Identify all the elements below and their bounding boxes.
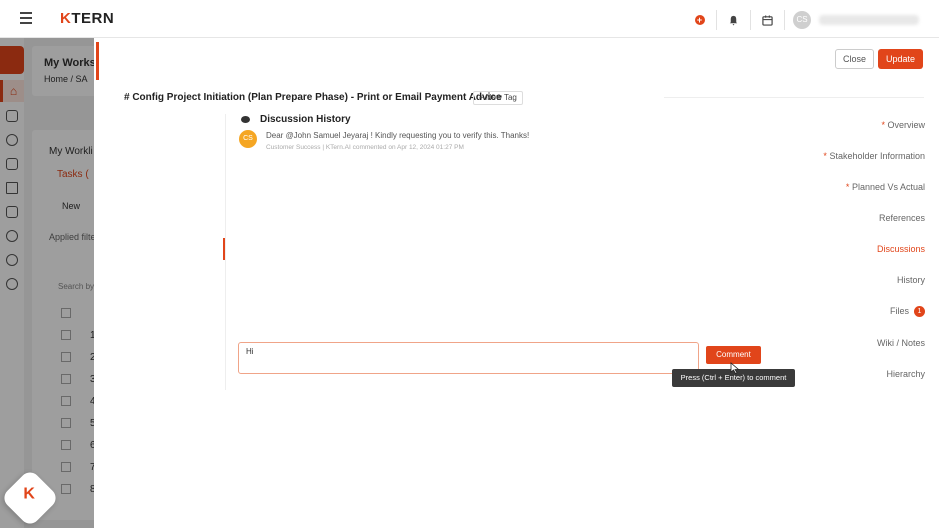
nav-divider — [225, 114, 226, 390]
task-detail-panel: Close Update # Config Project Initiation… — [94, 38, 939, 528]
top-bar: KTERN + CS — [0, 0, 939, 38]
user-avatar[interactable]: CS — [793, 11, 811, 29]
bell-icon[interactable] — [717, 10, 751, 30]
comment-text: Dear @John Samuel Jeyaraj ! Kindly reque… — [266, 131, 530, 140]
discussion-history-title: Discussion History — [260, 114, 351, 125]
ktern-k-icon: K — [23, 485, 35, 503]
nav-hierarchy[interactable]: Hierarchy — [886, 369, 925, 379]
user-name-blurred[interactable] — [819, 15, 919, 25]
nav-wiki-notes[interactable]: Wiki / Notes — [877, 338, 925, 348]
mouse-pointer-icon — [730, 362, 740, 374]
add-icon[interactable]: + — [683, 10, 717, 30]
ktern-logo[interactable]: KTERN — [60, 10, 114, 27]
nav-overview[interactable]: * Overview — [881, 120, 925, 130]
nav-discussions[interactable]: Discussions — [877, 244, 925, 254]
nav-history[interactable]: History — [897, 275, 925, 285]
nav-active-indicator — [223, 238, 225, 260]
comment-meta: Customer Success | KTern.AI commented on… — [266, 144, 464, 151]
panel-accent-marker — [96, 42, 99, 80]
hamburger-menu-icon[interactable] — [20, 12, 32, 24]
chat-bubble-icon — [241, 116, 250, 123]
update-button[interactable]: Update — [878, 49, 923, 69]
new-tag-button[interactable]: + New Tag — [473, 91, 523, 105]
task-title: # Config Project Initiation (Plan Prepar… — [124, 92, 502, 103]
nav-stakeholder-information[interactable]: * Stakeholder Information — [823, 151, 925, 161]
nav-files[interactable]: Files 1 — [890, 306, 925, 318]
modal-backdrop[interactable] — [0, 38, 94, 528]
close-button[interactable]: Close — [835, 49, 874, 69]
comment-input[interactable]: Hi — [238, 342, 699, 374]
commenter-avatar: CS — [239, 130, 257, 148]
nav-planned-vs-actual[interactable]: * Planned Vs Actual — [846, 182, 925, 192]
calendar-icon[interactable] — [751, 10, 785, 30]
nav-references[interactable]: References — [879, 213, 925, 223]
divider — [664, 97, 924, 98]
files-count-badge: 1 — [914, 306, 925, 318]
